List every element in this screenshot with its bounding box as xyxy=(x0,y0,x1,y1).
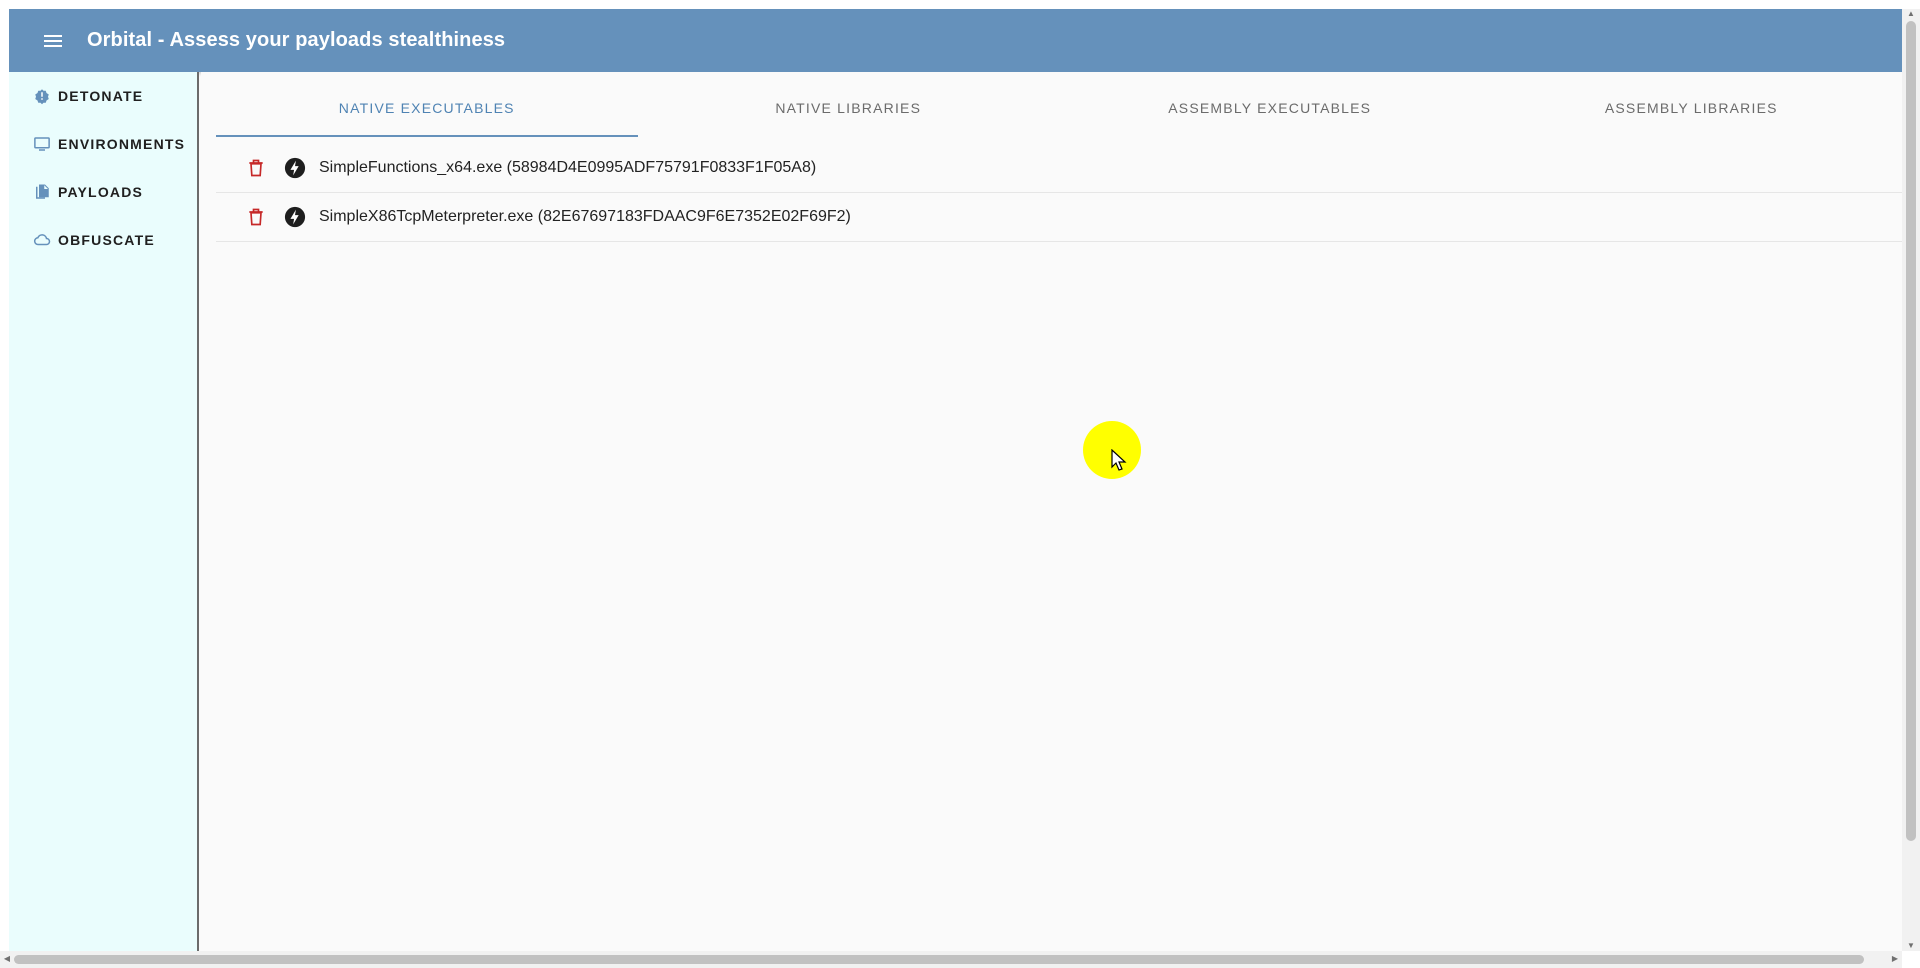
app-title: Orbital - Assess your payloads stealthin… xyxy=(87,29,506,51)
menu-icon xyxy=(44,34,62,47)
sidebar-item-payloads[interactable]: PAYLOADS xyxy=(9,168,197,216)
horizontal-scrollbar[interactable]: ◀ ▶ xyxy=(0,951,1902,968)
file-copy-icon xyxy=(33,183,51,201)
delete-button[interactable] xyxy=(236,148,276,188)
menu-button[interactable] xyxy=(30,18,76,64)
payload-list: SimpleFunctions_x64.exe (58984D4E0995ADF… xyxy=(216,144,1902,242)
scroll-up-arrow-icon[interactable]: ▲ xyxy=(1906,9,1916,19)
detonate-bolt-icon[interactable] xyxy=(284,206,306,228)
bug-icon xyxy=(33,87,51,105)
detonate-bolt-icon[interactable] xyxy=(284,157,306,179)
monitor-icon xyxy=(33,135,51,153)
scroll-down-arrow-icon[interactable]: ▼ xyxy=(1906,941,1916,951)
vertical-scrollbar[interactable]: ▲ ▼ xyxy=(1902,9,1920,951)
scrollbar-thumb[interactable] xyxy=(14,955,1864,964)
cloud-icon xyxy=(33,231,51,249)
sidebar-item-label: DETONATE xyxy=(58,88,144,104)
trash-icon xyxy=(249,208,263,226)
trash-icon xyxy=(249,159,263,177)
app-bar: Orbital - Assess your payloads stealthin… xyxy=(9,9,1902,72)
app-window: Orbital - Assess your payloads stealthin… xyxy=(9,9,1902,951)
scroll-right-arrow-icon[interactable]: ▶ xyxy=(1890,954,1900,964)
main-content: NATIVE EXECUTABLES NATIVE LIBRARIES ASSE… xyxy=(201,72,1902,951)
sidebar-item-environments[interactable]: ENVIRONMENTS xyxy=(9,120,197,168)
tab-assembly-executables[interactable]: ASSEMBLY EXECUTABLES xyxy=(1059,72,1481,144)
payload-name: SimpleX86TcpMeterpreter.exe (82E67697183… xyxy=(319,208,851,225)
sidebar-item-label: ENVIRONMENTS xyxy=(58,136,186,152)
delete-button[interactable] xyxy=(236,197,276,237)
sidebar-item-obfuscate[interactable]: OBFUSCATE xyxy=(9,216,197,264)
sidebar-item-label: OBFUSCATE xyxy=(58,232,155,248)
mouse-pointer-icon xyxy=(1111,449,1127,471)
sidebar-item-label: PAYLOADS xyxy=(58,184,144,200)
sidebar-item-detonate[interactable]: DETONATE xyxy=(9,72,197,120)
payload-name: SimpleFunctions_x64.exe (58984D4E0995ADF… xyxy=(319,159,817,176)
sidebar: DETONATE ENVIRONMENTS PAYLOADS OBFUSCATE xyxy=(9,72,199,951)
tab-assembly-libraries[interactable]: ASSEMBLY LIBRARIES xyxy=(1481,72,1903,144)
tab-native-executables[interactable]: NATIVE EXECUTABLES xyxy=(216,72,638,144)
payload-tabs: NATIVE EXECUTABLES NATIVE LIBRARIES ASSE… xyxy=(216,72,1902,144)
scroll-left-arrow-icon[interactable]: ◀ xyxy=(2,954,12,964)
list-item: SimpleX86TcpMeterpreter.exe (82E67697183… xyxy=(216,193,1902,242)
tab-native-libraries[interactable]: NATIVE LIBRARIES xyxy=(638,72,1060,144)
list-item: SimpleFunctions_x64.exe (58984D4E0995ADF… xyxy=(216,144,1902,193)
scrollbar-thumb[interactable] xyxy=(1906,21,1916,841)
